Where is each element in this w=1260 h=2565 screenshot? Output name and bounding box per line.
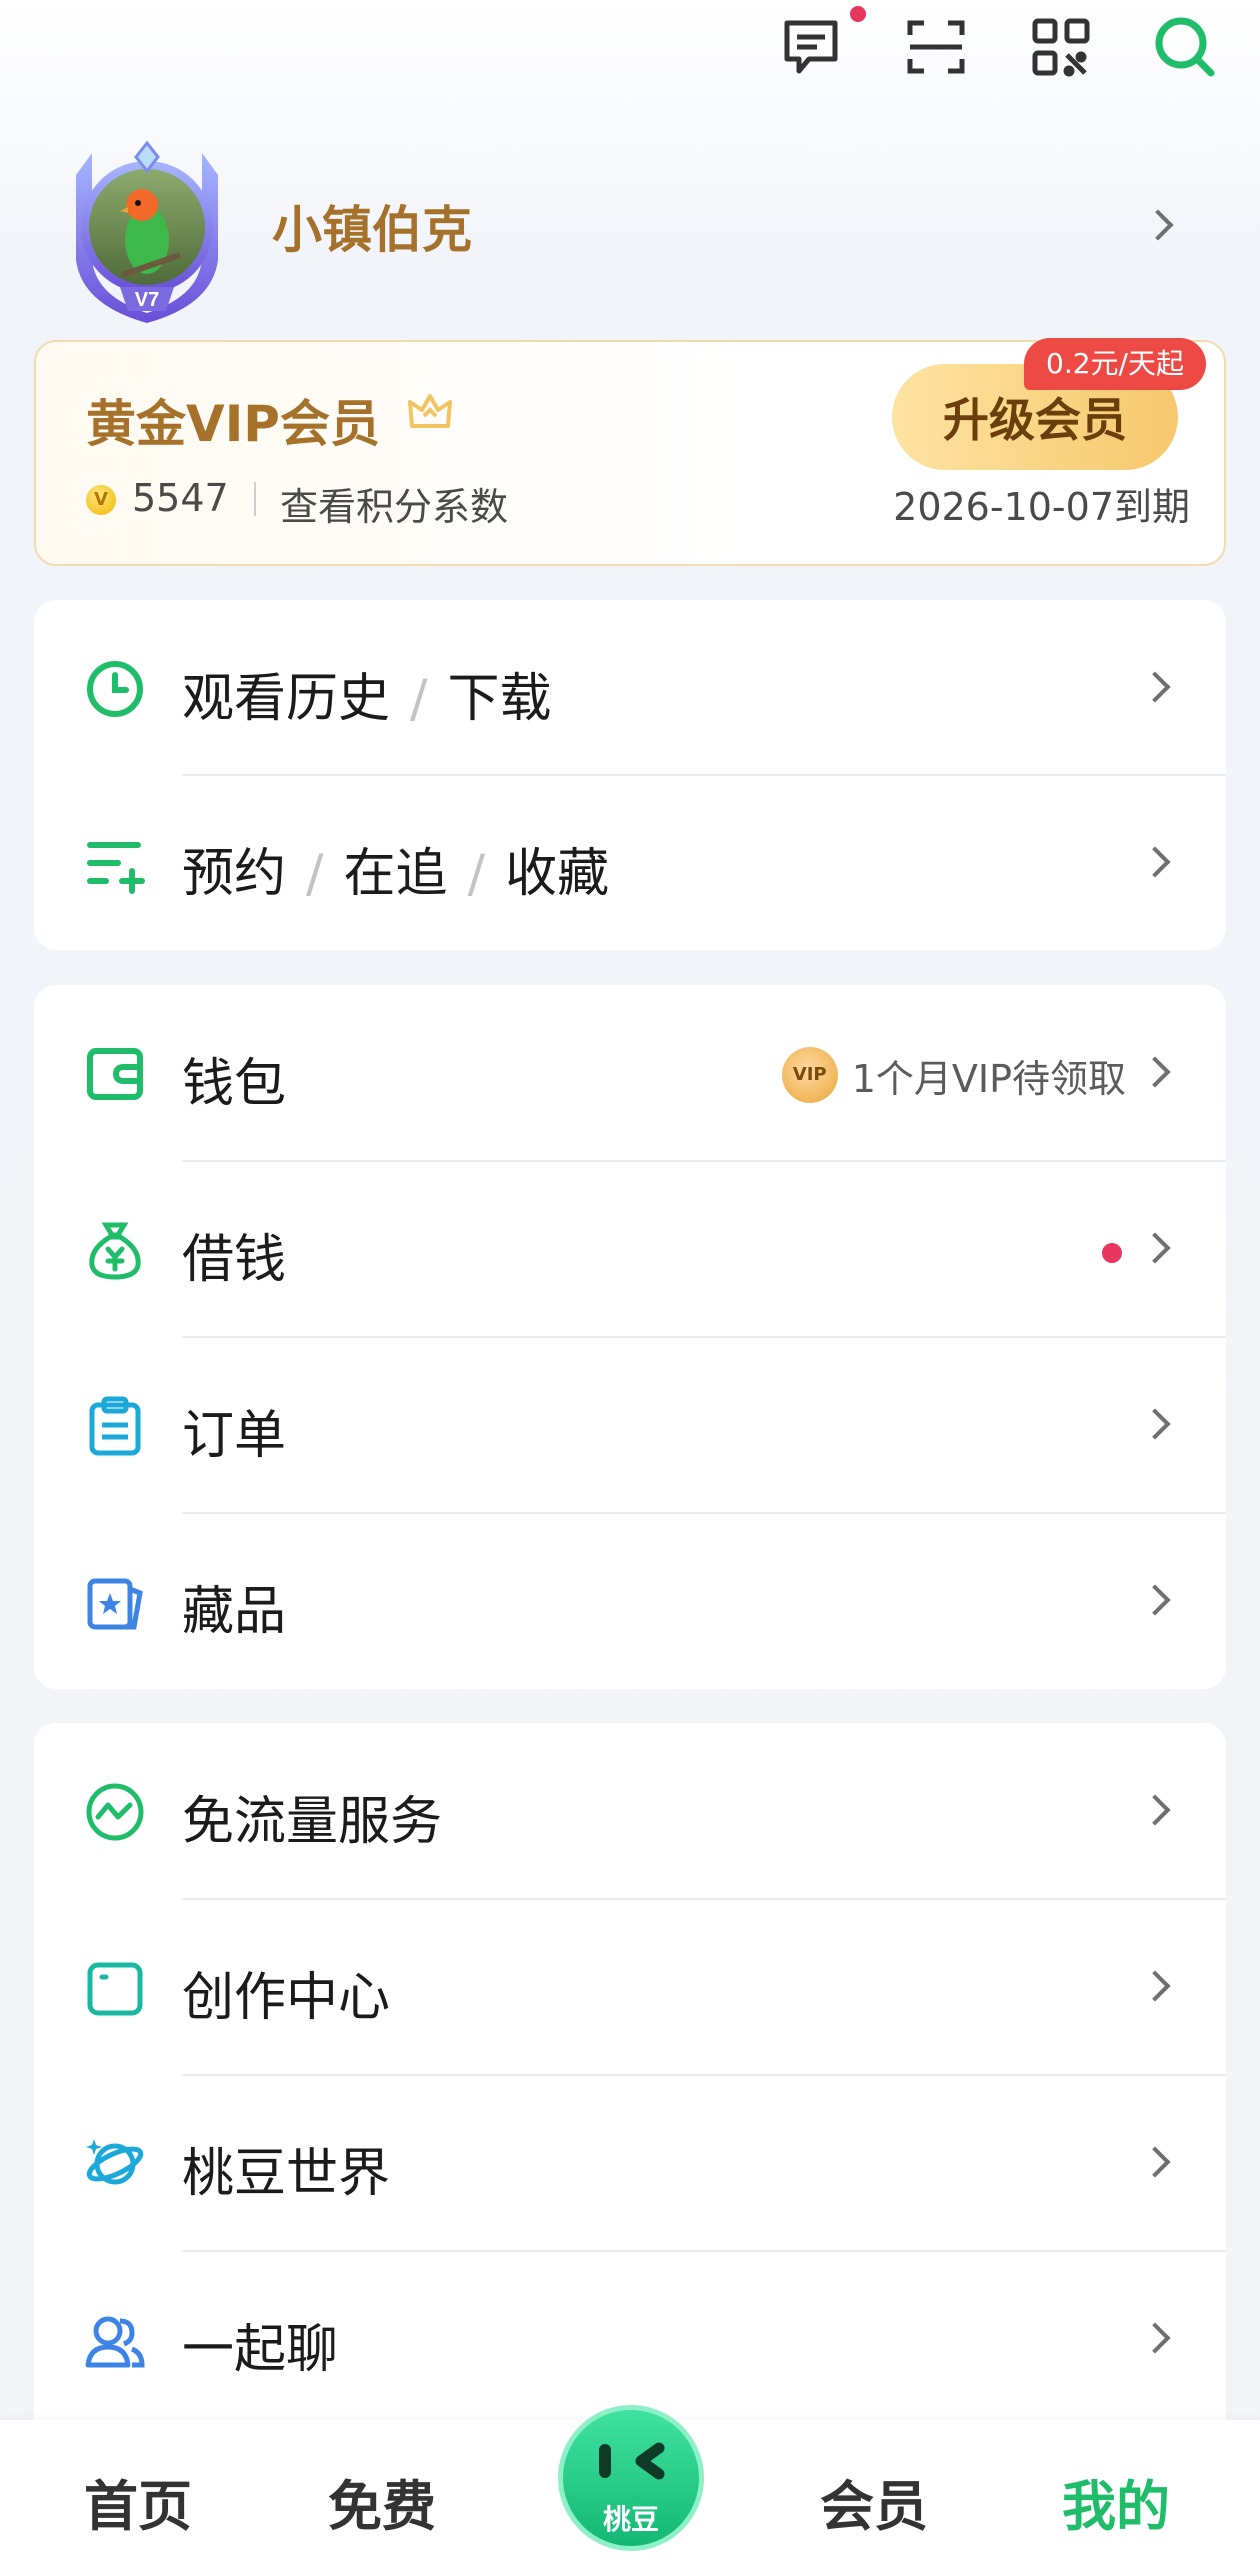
profile-chevron-icon[interactable] xyxy=(1142,209,1174,241)
collection-row[interactable]: 藏品 xyxy=(34,1513,1226,1688)
search-icon[interactable] xyxy=(1150,12,1220,82)
following-link[interactable]: 在追 xyxy=(344,844,448,904)
planet-icon xyxy=(84,2133,146,2195)
history-download-row[interactable]: 观看历史 / 下载 xyxy=(34,600,1226,775)
points-value: 5547 xyxy=(132,476,229,520)
wallet-vip-pending: 1个月VIP待领取 xyxy=(851,1056,1126,1101)
points-coin-icon: V xyxy=(86,485,116,515)
creator-center-label: 创作中心 xyxy=(182,1968,391,2028)
chevron-right-icon xyxy=(1139,1584,1171,1616)
scan-icon[interactable] xyxy=(901,12,971,82)
creator-center-row[interactable]: 创作中心 xyxy=(34,1899,1226,2074)
message-icon[interactable] xyxy=(776,6,866,82)
trend-icon xyxy=(84,1781,146,1843)
top-bar xyxy=(0,0,1260,120)
star-card-icon xyxy=(84,1571,146,1633)
more-card: 免流量服务 创作中心 桃豆世界 一起聊 xyxy=(34,1723,1226,2463)
borrow-label: 借钱 xyxy=(182,1230,287,1290)
nav-mine[interactable]: 我的 xyxy=(1062,2462,1170,2541)
chat-together-label: 一起聊 xyxy=(182,2320,339,2380)
creator-icon xyxy=(84,1957,146,2019)
divider xyxy=(254,482,256,516)
nav-free[interactable]: 免费 xyxy=(328,2462,436,2541)
new-dot xyxy=(1102,1243,1122,1263)
nav-vip[interactable]: 会员 xyxy=(820,2462,928,2541)
wallet-row[interactable]: 钱包 VIP 1个月VIP待领取 xyxy=(34,985,1226,1160)
chevron-right-icon xyxy=(1139,1408,1171,1440)
services-card: 钱包 VIP 1个月VIP待领取 借钱 订单 藏品 xyxy=(34,985,1226,1689)
free-data-label: 免流量服务 xyxy=(182,1792,443,1852)
taodou-world-row[interactable]: 桃豆世界 xyxy=(34,2075,1226,2250)
level-badge: V7 xyxy=(135,289,159,311)
collection-label: 藏品 xyxy=(182,1582,287,1642)
nav-home[interactable]: 首页 xyxy=(84,2462,192,2541)
crown-icon xyxy=(404,386,456,442)
free-data-row[interactable]: 免流量服务 xyxy=(34,1723,1226,1898)
vip-card[interactable]: 黄金VIP会员 V 5547 查看积分系数 升级会员 0.2元/天起 2026-… xyxy=(34,338,1226,566)
history-card: 观看历史 / 下载 预约 / 在追 / 收藏 xyxy=(34,600,1226,950)
reserve-follow-favorite-row[interactable]: 预约 / 在追 / 收藏 xyxy=(34,775,1226,950)
chevron-right-icon xyxy=(1139,1794,1171,1826)
wallet-label: 钱包 xyxy=(182,1054,287,1114)
orders-label: 订单 xyxy=(182,1406,287,1466)
nav-center-label: 桃豆 xyxy=(602,2503,659,2536)
price-badge: 0.2元/天起 xyxy=(1024,338,1206,390)
username[interactable]: 小镇伯克 xyxy=(272,190,472,262)
chevron-right-icon xyxy=(1139,2322,1171,2354)
favorites-link[interactable]: 收藏 xyxy=(505,844,609,904)
avatar[interactable]: V7 xyxy=(62,135,232,325)
chevron-right-icon xyxy=(1139,2146,1171,2178)
clipboard-icon xyxy=(84,1395,146,1457)
borrow-row[interactable]: 借钱 xyxy=(34,1161,1226,1336)
vip-expire-date: 2026-10-07到期 xyxy=(893,485,1190,529)
qrcode-icon[interactable] xyxy=(1026,12,1096,82)
chevron-right-icon xyxy=(1139,671,1171,703)
nav-center-taodou-button[interactable]: 桃豆 xyxy=(558,2405,704,2551)
wallet-extra: VIP 1个月VIP待领取 xyxy=(781,1047,1126,1103)
notification-dot xyxy=(850,6,866,22)
history-link[interactable]: 观看历史 xyxy=(182,669,390,729)
chevron-right-icon xyxy=(1139,846,1171,878)
download-link[interactable]: 下载 xyxy=(448,669,552,729)
chevron-right-icon xyxy=(1139,1970,1171,2002)
chevron-right-icon xyxy=(1139,1056,1171,1088)
wallet-icon xyxy=(84,1043,146,1105)
list-add-icon xyxy=(84,833,146,895)
clock-icon xyxy=(84,658,146,720)
vip-coin-icon: VIP xyxy=(781,1047,838,1103)
users-icon xyxy=(84,2309,146,2371)
points-coefficient-link[interactable]: 查看积分系数 xyxy=(280,476,508,531)
orders-row[interactable]: 订单 xyxy=(34,1337,1226,1512)
vip-title: 黄金VIP会员 xyxy=(86,395,380,453)
money-bag-icon xyxy=(84,1219,146,1281)
reserve-link[interactable]: 预约 xyxy=(182,844,286,904)
chevron-right-icon xyxy=(1139,1232,1171,1264)
taodou-world-label: 桃豆世界 xyxy=(182,2144,391,2204)
